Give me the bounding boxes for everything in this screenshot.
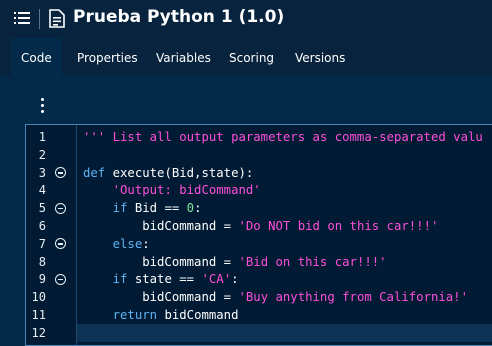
code-area[interactable]: ''' List all output parameters as comma-…: [76, 125, 492, 345]
code-line[interactable]: ''' List all output parameters as comma-…: [83, 128, 483, 146]
code-token: state ==: [127, 272, 202, 287]
code-token: bidCommand =: [83, 290, 239, 305]
line-number: 12: [31, 325, 46, 340]
line-number: 2: [38, 147, 46, 162]
fold-collapse-icon[interactable]: [55, 167, 66, 179]
code-token: Bid ==: [127, 201, 187, 216]
code-token: execute(Bid,state):: [105, 165, 254, 180]
code-token: :: [142, 236, 150, 251]
hamburger-list-icon[interactable]: [14, 11, 30, 25]
code-line[interactable]: if state == 'CA':: [83, 270, 239, 288]
code-line[interactable]: if Bid == 0:: [83, 199, 202, 217]
line-number: 6: [38, 219, 46, 233]
code-token: ''' List all output parameters as comma-…: [83, 130, 483, 144]
title-bar: Prueba Python 1 (1.0): [0, 0, 492, 39]
code-token: 0: [186, 201, 195, 216]
page-title: Prueba Python 1 (1.0): [73, 7, 285, 27]
code-line[interactable]: return bidCommand: [83, 306, 239, 324]
code-token: 'Bid on this car!!!': [238, 254, 387, 269]
code-token: 'Output: bidCommand': [112, 183, 261, 198]
code-token: if: [112, 272, 128, 287]
code-token: bidCommand =: [83, 219, 239, 233]
tab-code[interactable]: Code: [11, 38, 62, 76]
code-token: bidCommand =: [83, 254, 239, 269]
line-number: 4: [38, 183, 46, 198]
tab-label: Variables: [156, 51, 211, 65]
line-number: 3: [38, 165, 46, 180]
code-editor[interactable]: 1 2 3 4 5 6 7 8 9 10 11 12 ''' List all output para…: [25, 124, 492, 346]
tab-scoring[interactable]: Scoring: [219, 38, 284, 76]
tab-bar: Code Properties Variables Scoring Versio…: [0, 38, 492, 76]
tab-label: Versions: [295, 51, 346, 65]
tab-variables[interactable]: Variables: [146, 38, 221, 76]
code-token: def: [83, 165, 106, 180]
line-number: 7: [38, 236, 46, 251]
tab-versions[interactable]: Versions: [285, 38, 355, 76]
fold-collapse-icon[interactable]: [55, 273, 66, 285]
code-token: :: [231, 272, 239, 287]
line-number: 8: [38, 254, 46, 269]
tab-properties[interactable]: Properties: [67, 38, 148, 76]
code-token: bidCommand: [157, 308, 239, 322]
code-line[interactable]: 'Output: bidCommand': [83, 181, 261, 199]
code-token: 'CA': [201, 272, 232, 287]
fold-collapse-icon[interactable]: [55, 202, 66, 214]
tab-label: Scoring: [229, 51, 275, 65]
line-number: 5: [38, 201, 46, 216]
code-line[interactable]: def execute(Bid,state):: [83, 164, 253, 182]
code-line[interactable]: else:: [83, 235, 150, 253]
more-vertical-icon[interactable]: [37, 98, 47, 116]
document-edit-icon: [49, 9, 65, 28]
code-line[interactable]: bidCommand = 'Bid on this car!!!': [83, 253, 387, 271]
fold-collapse-icon[interactable]: [55, 238, 66, 250]
code-token: else: [112, 236, 143, 251]
line-number-gutter: 1 2 3 4 5 6 7 8 9 10 11 12: [26, 125, 76, 345]
code-token: :: [194, 201, 202, 216]
code-token: 'Buy anything from California!': [238, 290, 468, 305]
line-number: 10: [31, 290, 46, 305]
code-token: if: [112, 201, 128, 216]
title-divider: [39, 9, 40, 29]
line-number: 1: [38, 130, 46, 144]
line-number: 11: [31, 308, 46, 322]
tab-label: Properties: [77, 51, 138, 65]
tab-label: Code: [21, 51, 52, 65]
code-line[interactable]: bidCommand = 'Buy anything from Californ…: [83, 288, 468, 306]
code-token: return: [112, 308, 158, 322]
code-token: 'Do NOT bid on this car!!!': [238, 219, 439, 233]
code-line[interactable]: bidCommand = 'Do NOT bid on this car!!!': [83, 217, 438, 235]
line-number: 9: [38, 272, 46, 287]
current-line-highlight: [77, 323, 492, 342]
